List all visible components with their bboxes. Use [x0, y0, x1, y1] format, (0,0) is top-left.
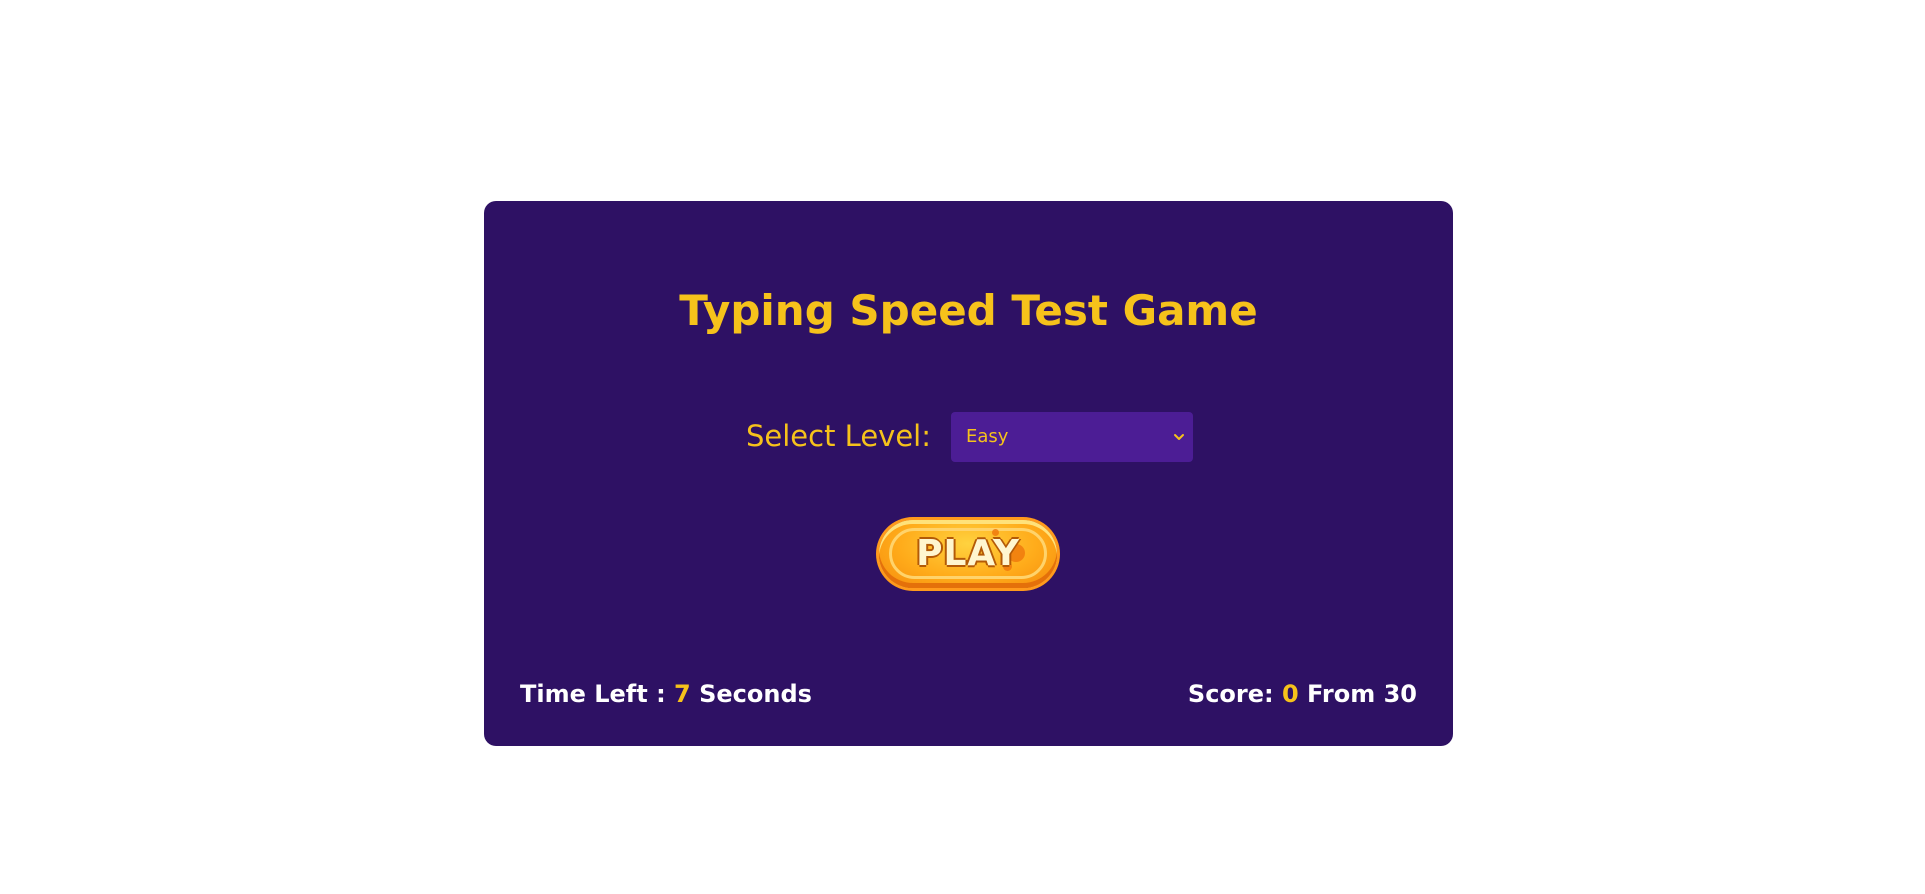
score-value: 0 [1281, 680, 1299, 708]
time-left-suffix: Seconds [699, 680, 812, 708]
score-suffix: From 30 [1307, 680, 1417, 708]
level-selector: Select Level: Easy [746, 411, 1193, 463]
time-left-value: 7 [674, 680, 691, 708]
play-button[interactable]: PLAY [879, 520, 1057, 588]
score: Score: 0 From 30 [1188, 678, 1417, 710]
chevron-down-icon [1174, 434, 1184, 440]
page-title: Typing Speed Test Game [679, 286, 1258, 335]
level-select-value: Easy [966, 426, 1009, 447]
level-select[interactable]: Easy [951, 412, 1193, 462]
play-button-label: PLAY [916, 533, 1020, 574]
time-left-prefix: Time Left : [520, 680, 666, 708]
time-left: Time Left : 7 Seconds [520, 678, 812, 710]
score-prefix: Score: [1187, 680, 1274, 708]
game-card: Typing Speed Test Game Select Level: Eas… [484, 201, 1453, 746]
level-label: Select Level: [746, 419, 932, 453]
